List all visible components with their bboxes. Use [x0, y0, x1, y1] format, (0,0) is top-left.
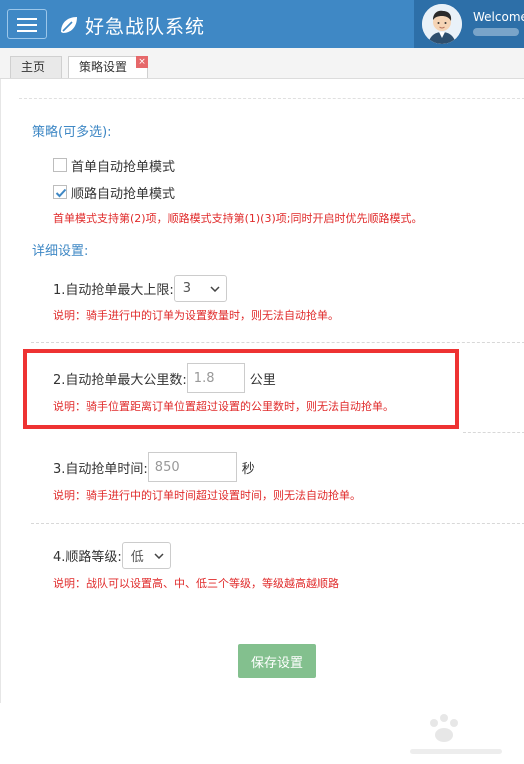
settings-panel: 策略(可多选): 首单自动抢单模式 顺路自动抢单模式 首单模式支持第(2)项，顺… — [0, 79, 524, 754]
grab-time-value: 850 — [154, 459, 180, 475]
route-level-select[interactable]: 低 — [121, 542, 171, 569]
close-icon[interactable]: × — [136, 56, 148, 68]
tab-home-label: 主页 — [21, 60, 46, 74]
max-orders-value: 3 — [182, 281, 192, 296]
chevron-down-icon — [154, 552, 164, 559]
grab-time-unit: 秒 — [241, 461, 255, 477]
checkbox-route[interactable] — [53, 185, 67, 199]
strategy-title: 策略(可多选): — [32, 125, 112, 140]
divider — [463, 432, 524, 433]
details-title: 详细设置: — [32, 244, 89, 259]
checkmark-icon — [55, 188, 67, 198]
max-orders-note: 说明：骑手进行中的订单为设置数量时，则无法自动抢单。 — [53, 309, 339, 322]
divider — [31, 342, 524, 343]
grab-time-label: 3.自动抢单时间: — [53, 461, 148, 477]
brand: 好急战队系统 — [58, 12, 205, 38]
tab-strategy-settings[interactable]: 策略设置 × — [68, 56, 148, 78]
route-level-note: 说明：战队可以设置高、中、低三个等级，等级越高越顺路 — [53, 577, 339, 590]
top-bar: 好急战队系统 Welcome — [0, 0, 524, 48]
save-button[interactable]: 保存设置 — [238, 644, 316, 678]
max-orders-select[interactable]: 3 — [173, 275, 227, 302]
option-label: 首单自动抢单模式 — [71, 159, 176, 175]
app-title: 好急战队系统 — [85, 15, 206, 38]
tab-strategy-label: 策略设置 — [79, 60, 128, 74]
user-menu[interactable]: Welcome — [414, 0, 524, 48]
chevron-down-icon — [210, 285, 220, 292]
strategy-note: 首单模式支持第(2)项，顺路模式支持第(1)(3)项;同时开启时优先顺路模式。 — [53, 212, 423, 225]
menu-toggle-button[interactable] — [7, 9, 47, 39]
tab-strip: 主页 策略设置 × — [0, 48, 524, 79]
checkbox-first-order[interactable] — [53, 158, 67, 172]
avatar[interactable] — [422, 4, 462, 44]
user-name-redacted — [473, 28, 519, 36]
leaf-icon — [61, 17, 77, 33]
grab-time-note: 说明：骑手进行中的订单时间超过设置时间，则无法自动抢单。 — [53, 489, 361, 502]
option-label: 顺路自动抢单模式 — [71, 186, 176, 202]
user-avatar-icon — [422, 4, 462, 44]
max-orders-row: 1.自动抢单最大上限: 3 — [53, 275, 227, 302]
welcome-text: Welcome — [473, 10, 524, 24]
max-orders-label: 1.自动抢单最大上限: — [53, 283, 174, 298]
route-level-label: 4.顺路等级: — [53, 550, 122, 565]
grab-time-input[interactable]: 850 — [147, 452, 237, 482]
route-level-row: 4.顺路等级: 低 — [53, 542, 171, 569]
highlight-box — [23, 349, 459, 429]
route-level-value: 低 — [130, 550, 144, 565]
baidu-paw-icon — [410, 714, 502, 754]
grab-time-row: 3.自动抢单时间: 850 秒 — [53, 452, 255, 482]
tab-home[interactable]: 主页 — [10, 56, 62, 78]
option-first-order-mode[interactable]: 首单自动抢单模式 — [53, 156, 176, 175]
divider — [31, 523, 524, 524]
divider — [19, 98, 524, 99]
option-route-mode[interactable]: 顺路自动抢单模式 — [53, 183, 176, 202]
